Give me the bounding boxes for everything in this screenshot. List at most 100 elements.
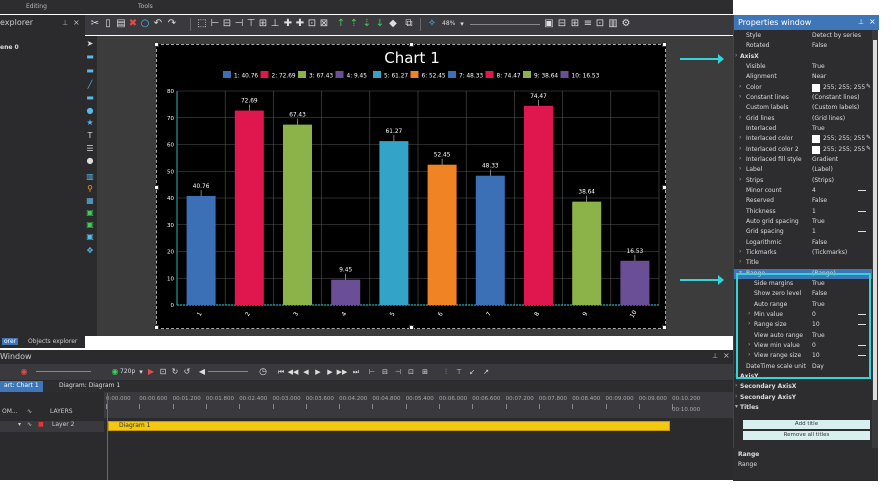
menu-tools[interactable]: Tools xyxy=(138,3,153,10)
property-row[interactable]: › Secondary AxisX xyxy=(734,382,873,392)
property-row[interactable]: Logarithmic False xyxy=(734,238,873,248)
pin-icon[interactable]: ⊥ xyxy=(858,18,864,26)
pencil-icon[interactable]: ✎ xyxy=(866,145,871,152)
align-right-icon[interactable]: ⊣ xyxy=(233,18,245,30)
group-icon[interactable]: ◆ xyxy=(387,18,399,30)
lock-icon[interactable]: ⊞ xyxy=(419,366,431,378)
clock-icon[interactable]: ◷ xyxy=(257,366,269,378)
value-slider[interactable] xyxy=(858,189,866,191)
zoom-slider[interactable] xyxy=(470,24,540,25)
text-icon[interactable]: T xyxy=(85,131,95,140)
quality-select[interactable]: 720p xyxy=(120,368,135,375)
expand-arrow-icon[interactable]: › xyxy=(739,258,741,265)
graph-icon[interactable]: ▦ xyxy=(85,196,95,205)
properties-scrollbar[interactable] xyxy=(872,30,878,448)
distribute-icon[interactable]: ✚ xyxy=(282,18,294,30)
align-bottom-icon[interactable]: ⊥ xyxy=(269,18,281,30)
skip-start-icon[interactable]: ⏮ xyxy=(275,366,287,378)
property-row[interactable]: › Title xyxy=(734,258,873,268)
chart-tool-icon[interactable]: ▥ xyxy=(85,172,95,181)
property-value[interactable]: Gradient xyxy=(812,156,838,163)
move-tool-icon[interactable]: ✥ xyxy=(85,246,95,255)
marker-icon[interactable]: ⊡ xyxy=(405,366,417,378)
move-top-icon[interactable]: ⇡ xyxy=(348,18,360,30)
property-value[interactable]: False xyxy=(812,239,827,246)
property-value[interactable]: (Grid lines) xyxy=(812,115,845,122)
step-back-icon[interactable]: ◀ xyxy=(300,366,312,378)
expand-arrow-icon[interactable]: › xyxy=(739,248,741,255)
split-icon[interactable]: ⊟ xyxy=(379,366,391,378)
expand-arrow-icon[interactable]: › xyxy=(739,155,741,162)
property-row[interactable]: Alignment Near xyxy=(734,72,873,82)
snap-icon[interactable]: ⊟ xyxy=(556,18,568,30)
tab-scene-chart[interactable]: art: Chart 1 xyxy=(0,381,43,392)
tab-diagram[interactable]: Diagram: Diagram 1 xyxy=(55,381,124,392)
resize-handle[interactable] xyxy=(662,185,667,190)
value-slider[interactable] xyxy=(858,231,866,233)
property-row[interactable]: › Constant lines (Constant lines) xyxy=(734,93,873,103)
move-bottom-icon[interactable]: ↓ xyxy=(374,18,386,30)
rect-tool-icon[interactable]: ▬ xyxy=(85,93,95,102)
layout-icon[interactable]: ⊞ xyxy=(569,18,581,30)
lock-icon[interactable]: ■ xyxy=(38,421,44,428)
property-row[interactable]: › Grid lines (Grid lines) xyxy=(734,114,873,124)
property-row[interactable]: › Strips (Strips) xyxy=(734,176,873,186)
align-center-icon[interactable]: ⊟ xyxy=(221,18,233,30)
pin-icon[interactable]: ⊥ xyxy=(62,19,68,27)
zoom-level[interactable]: 48% xyxy=(442,20,455,27)
scroll-thumb[interactable] xyxy=(873,40,877,400)
volume-slider[interactable] xyxy=(36,371,91,372)
property-row[interactable]: Custom labels (Custom labels) xyxy=(734,103,873,113)
text-tool-icon[interactable]: ▬ xyxy=(85,66,95,75)
guides-icon[interactable]: ⊡ xyxy=(594,18,606,30)
zoom-fit-icon[interactable]: ✧ xyxy=(426,18,438,30)
add-title-button[interactable]: Add title xyxy=(743,420,870,429)
record-icon[interactable]: ○ xyxy=(139,18,151,30)
property-row[interactable]: Interlaced True xyxy=(734,124,873,134)
property-row[interactable]: Style Detect by series xyxy=(734,31,873,41)
remove-all-titles-button[interactable]: Remove all titles xyxy=(743,431,870,440)
unlink-icon[interactable]: ↗ xyxy=(480,366,492,378)
close-icon[interactable]: × xyxy=(723,351,730,360)
frame-icon[interactable]: ⊡ xyxy=(157,366,169,378)
expand-arrow-icon[interactable]: › xyxy=(739,134,741,141)
list-icon[interactable]: ☰ xyxy=(85,144,95,153)
property-value[interactable]: 1 xyxy=(812,228,816,235)
resize-handle[interactable] xyxy=(154,325,159,330)
align-top-icon[interactable]: ⊤ xyxy=(245,18,257,30)
property-row[interactable]: › AxisX xyxy=(734,52,873,62)
repeat-icon[interactable]: ↺ xyxy=(181,366,193,378)
property-value[interactable]: False xyxy=(812,197,827,204)
property-row[interactable]: › Interlaced color 255; 255; 255 ✎ xyxy=(734,134,873,144)
property-row[interactable]: Rotated False xyxy=(734,41,873,51)
property-row[interactable]: › Label (Label) xyxy=(734,165,873,175)
ellipse-tool-icon[interactable]: ● xyxy=(85,106,95,115)
property-value[interactable]: 4 xyxy=(812,187,816,194)
property-row[interactable]: › Secondary AxisY xyxy=(734,393,873,403)
grid-icon[interactable]: ⊠ xyxy=(318,18,330,30)
delete-icon[interactable]: ✖ xyxy=(127,18,139,30)
close-icon[interactable]: × xyxy=(869,17,876,26)
property-value[interactable]: True xyxy=(812,125,825,132)
expand-arrow-icon[interactable]: › xyxy=(739,145,741,152)
zoom-in-icon[interactable]: ⊤ xyxy=(453,366,465,378)
pencil-icon[interactable]: ✎ xyxy=(866,83,871,90)
property-row[interactable]: › Interlaced fill style Gradient xyxy=(734,155,873,165)
time-ruler[interactable]: 0:00.000 00:00.600 00:01.200 00:01.800 00:02… xyxy=(104,392,733,418)
collapse-arrow-icon[interactable]: ▾ xyxy=(735,403,738,410)
chart-frame[interactable]: Chart 1 1: 40.76 2: 72.69 3: 67.43 4: 9.45 5… xyxy=(154,42,667,330)
align-middle-icon[interactable]: ⊞ xyxy=(257,18,269,30)
tab-scene-explorer[interactable]: orer xyxy=(2,338,19,345)
resize-handle[interactable] xyxy=(154,42,159,47)
playhead[interactable] xyxy=(107,393,108,480)
record-icon[interactable]: ◉ xyxy=(18,366,30,378)
property-value[interactable]: 1 xyxy=(812,208,816,215)
align-icon[interactable]: ⫶ xyxy=(440,366,452,378)
property-value[interactable]: 255; 255; 255 xyxy=(823,146,865,153)
property-value[interactable]: (Constant lines) xyxy=(812,94,860,101)
bubble-icon[interactable]: ● xyxy=(85,156,95,165)
move-down-icon[interactable]: ⇣ xyxy=(361,18,373,30)
select-area-icon[interactable]: ⬚ xyxy=(196,18,208,30)
property-row[interactable]: › Interlaced color 2 255; 255; 255 ✎ xyxy=(734,145,873,155)
trim-icon[interactable]: ⊣ xyxy=(392,366,404,378)
